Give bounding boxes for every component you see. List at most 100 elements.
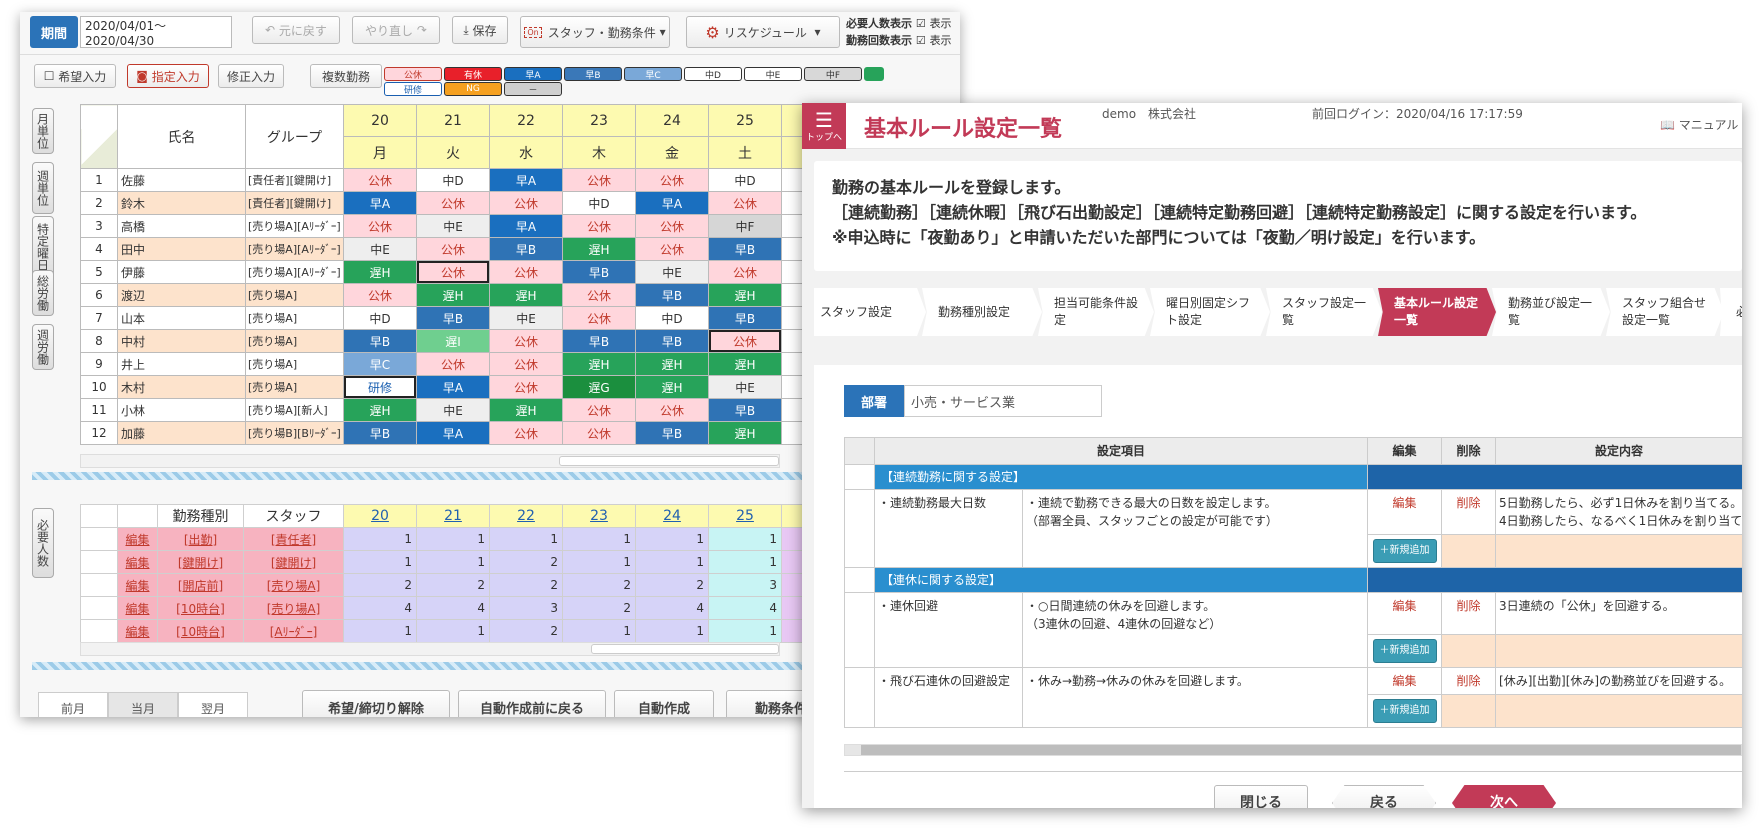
hope-input-button[interactable]: ☐ 希望入力 — [34, 64, 116, 88]
required-count[interactable]: 2 — [635, 573, 709, 597]
shift-cell[interactable]: 公休 — [489, 421, 563, 445]
day-header[interactable]: 20 — [343, 104, 417, 137]
shift-cell[interactable]: 遅I — [416, 329, 490, 353]
side-tab[interactable]: 週労働 — [32, 324, 54, 370]
shift-cell[interactable]: 研修 — [343, 375, 417, 399]
shift-cell[interactable]: 公休 — [635, 168, 709, 192]
month-tab[interactable]: 当月 — [108, 692, 178, 717]
required-count[interactable]: 1 — [708, 619, 782, 643]
edit-link[interactable]: 編集 — [1367, 667, 1443, 695]
required-count[interactable]: 2 — [489, 573, 563, 597]
shift-cell[interactable]: 公休 — [562, 398, 636, 422]
required-count[interactable]: 2 — [343, 573, 417, 597]
shift-chip[interactable]: NG — [444, 82, 502, 96]
shift-cell[interactable]: 公休 — [343, 283, 417, 307]
shift-cell[interactable]: 早B — [708, 237, 782, 261]
required-count[interactable]: 1 — [343, 619, 417, 643]
shift-cell[interactable]: 中E — [343, 237, 417, 261]
setup-step[interactable]: 勤務種別設定 — [922, 288, 1042, 336]
day-header[interactable]: 21 — [416, 104, 490, 137]
required-count[interactable]: 1 — [708, 527, 782, 551]
staff-name[interactable]: 佐藤 — [117, 168, 246, 192]
shift-cell[interactable]: 遅H — [562, 352, 636, 376]
shift-cell[interactable]: 遅H — [343, 260, 417, 284]
reschedule-button[interactable]: ⚙ リスケジュール ▾ — [686, 16, 840, 48]
shift-cell[interactable]: 遅H — [416, 283, 490, 307]
day-header[interactable]: 21 — [416, 504, 490, 528]
shift-cell[interactable]: 遅H — [708, 352, 782, 376]
staff-link[interactable]: [責任者] — [243, 527, 344, 551]
shift-cell[interactable]: 中E — [416, 214, 490, 238]
staff-name[interactable]: 中村 — [117, 329, 246, 353]
work-count-toggle[interactable]: 勤務回数表示 ☑ 表示 — [846, 32, 952, 48]
required-count[interactable]: 2 — [562, 573, 636, 597]
shift-chip[interactable]: 公休 — [384, 67, 442, 81]
shift-cell[interactable]: 公休 — [562, 421, 636, 445]
required-count[interactable]: 1 — [562, 619, 636, 643]
staff-name[interactable]: 伊藤 — [117, 260, 246, 284]
required-horizontal-scrollbar[interactable] — [80, 642, 780, 656]
shift-cell[interactable]: 遅G — [562, 375, 636, 399]
scroll-thumb[interactable] — [559, 456, 779, 466]
required-count[interactable]: 2 — [489, 619, 563, 643]
shift-cell[interactable]: 早B — [562, 329, 636, 353]
bottom-button[interactable]: 自動作成 — [614, 690, 714, 717]
staff-name[interactable]: 加藤 — [117, 421, 246, 445]
shift-cell[interactable]: 早B — [635, 283, 709, 307]
shift-chip-more[interactable] — [864, 67, 884, 81]
day-header[interactable]: 20 — [343, 504, 417, 528]
shift-cell[interactable]: 早B — [562, 260, 636, 284]
staff-name[interactable]: 木村 — [117, 375, 246, 399]
day-header[interactable]: 22 — [489, 104, 563, 137]
required-count[interactable]: 2 — [489, 550, 563, 574]
staff-name[interactable]: 田中 — [117, 237, 246, 261]
setup-step[interactable]: スタッフ設定 — [814, 288, 926, 336]
shift-cell[interactable]: 公休 — [635, 398, 709, 422]
shift-cell[interactable]: 早B — [489, 237, 563, 261]
shift-cell[interactable]: 公休 — [562, 168, 636, 192]
day-header[interactable]: 22 — [489, 504, 563, 528]
shift-cell[interactable]: 中E — [635, 260, 709, 284]
shift-chip[interactable]: 中D — [684, 67, 742, 81]
shift-cell[interactable]: 中E — [489, 306, 563, 330]
setup-step[interactable]: 必 — [1720, 288, 1742, 336]
shift-cell[interactable]: 遅H — [635, 352, 709, 376]
shift-cell[interactable]: 公休 — [708, 329, 782, 353]
edit-link[interactable]: 編集 — [117, 596, 158, 620]
side-tab[interactable]: 週単位 — [32, 162, 54, 214]
shift-type-link[interactable]: [10時台] — [157, 619, 244, 643]
staff-name[interactable]: 渡辺 — [117, 283, 246, 307]
shift-cell[interactable]: 早B — [635, 329, 709, 353]
staff-name[interactable]: 小林 — [117, 398, 246, 422]
day-header[interactable]: 24 — [635, 504, 709, 528]
add-new-button[interactable]: ＋新規追加 — [1372, 539, 1437, 563]
shift-cell[interactable]: 早A — [489, 168, 563, 192]
shift-cell[interactable]: 公休 — [416, 191, 490, 215]
scroll-thumb[interactable] — [861, 745, 1741, 755]
required-count[interactable]: 1 — [489, 527, 563, 551]
shift-cell[interactable]: 早B — [416, 306, 490, 330]
required-count[interactable]: 1 — [343, 550, 417, 574]
edit-link[interactable]: 編集 — [1367, 592, 1443, 635]
shift-cell[interactable]: 早B — [635, 421, 709, 445]
shift-cell[interactable]: 公休 — [708, 260, 782, 284]
shift-cell[interactable]: 遅H — [708, 283, 782, 307]
shift-chip[interactable]: 研修 — [384, 82, 442, 96]
shift-cell[interactable]: 遅H — [562, 237, 636, 261]
shift-cell[interactable]: 中D — [708, 168, 782, 192]
setup-step[interactable]: 基本ルール設定一覧 — [1378, 288, 1496, 336]
shift-cell[interactable]: 公休 — [489, 260, 563, 284]
shift-cell[interactable]: 公休 — [562, 283, 636, 307]
day-header[interactable]: 23 — [562, 504, 636, 528]
shift-cell[interactable]: 早B — [708, 398, 782, 422]
undo-button[interactable]: ↶ 元に戻す — [252, 16, 340, 44]
month-tab[interactable]: 翌月 — [178, 692, 248, 717]
shift-cell[interactable]: 中D — [416, 168, 490, 192]
shift-cell[interactable]: 早A — [635, 191, 709, 215]
grid-horizontal-scrollbar[interactable] — [80, 454, 780, 468]
bottom-button[interactable]: 自動作成前に戻る — [458, 690, 606, 717]
delete-link[interactable]: 削除 — [1441, 489, 1497, 535]
shift-cell[interactable]: 中E — [708, 375, 782, 399]
shift-cell[interactable]: 遅H — [489, 398, 563, 422]
edit-link[interactable]: 編集 — [117, 527, 158, 551]
